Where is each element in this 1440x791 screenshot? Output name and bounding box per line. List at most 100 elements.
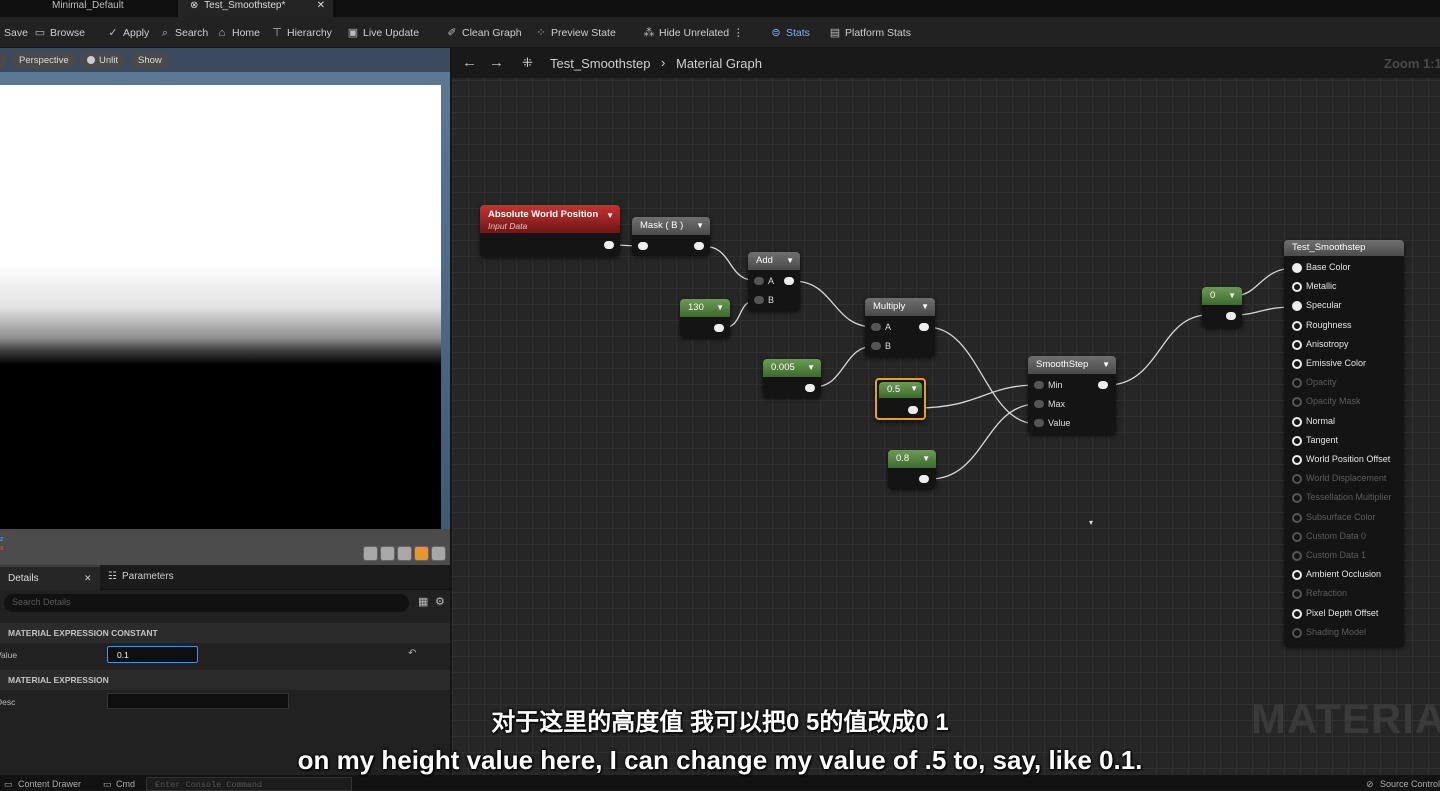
input-pin-b[interactable] [871, 342, 881, 350]
output-pin-label: Anisotropy [1306, 338, 1349, 349]
output-pin-normal[interactable] [1292, 416, 1302, 427]
node-smoothstep[interactable]: SmoothStep ▼ Min Max Value [1028, 356, 1116, 434]
chevron-down-icon[interactable]: ▼ [921, 302, 929, 311]
input-pin-a[interactable] [871, 323, 881, 331]
input-pin-value[interactable] [1034, 419, 1044, 427]
output-pin-anisotropy[interactable] [1292, 339, 1302, 350]
node-material-output[interactable]: Test_Smoothstep Base Color Metallic Specul… [1284, 240, 1404, 646]
output-pin-tangent[interactable] [1292, 435, 1302, 446]
chevron-down-icon[interactable]: ▼ [716, 303, 724, 312]
output-pin-pixel-depth-offset[interactable] [1292, 608, 1302, 619]
node-mask[interactable]: Mask ( B ) ▼ [632, 217, 710, 255]
output-pin[interactable] [919, 323, 929, 331]
wire-add-to-multiply-a [792, 280, 875, 328]
node-title: 0.8 [896, 453, 910, 464]
wire-05-to-smoothstep-min [915, 384, 1038, 409]
output-pin-roughness[interactable] [1292, 320, 1302, 331]
output-pin[interactable] [1098, 381, 1108, 389]
status-bar: ▭ Content Drawer ▭ Cmd Enter Console Com… [0, 775, 1440, 791]
output-pin-metallic[interactable] [1292, 282, 1302, 293]
input-pin-max[interactable] [1034, 400, 1044, 408]
chevron-down-icon[interactable]: ▼ [922, 454, 930, 463]
chevron-down-icon[interactable]: ▼ [1102, 360, 1110, 369]
source-control-button[interactable]: Source Control [1380, 779, 1440, 789]
content-drawer-button[interactable]: Content Drawer [18, 779, 81, 789]
content-drawer-icon: ▭ [4, 779, 13, 789]
output-pin-label: Shading Model [1306, 626, 1367, 637]
output-pin[interactable] [604, 241, 614, 249]
node-title: 130 [688, 302, 704, 313]
chevron-down-icon[interactable]: ▼ [1228, 291, 1236, 300]
output-pin-refraction[interactable] [1292, 589, 1302, 600]
graph-icon: ⁜ [522, 55, 533, 70]
pin-label: Max [1048, 399, 1066, 409]
graph-header: ← → ⁜ Test_Smoothstep › Material Graph Z… [452, 48, 1440, 78]
pin-label: A [768, 276, 775, 286]
node-title: 0.5 [887, 384, 901, 395]
output-pin-base-color[interactable] [1292, 263, 1302, 273]
output-pin-tessellation-multiplier[interactable] [1292, 493, 1302, 504]
output-pin-opacity[interactable] [1292, 378, 1302, 389]
back-arrow-icon[interactable]: ← [462, 54, 477, 71]
chevron-down-icon[interactable]: ▼ [606, 211, 614, 220]
node-title: Test_Smoothstep [1292, 242, 1366, 253]
node-title: Mask ( B ) [640, 220, 684, 231]
breadcrumb-graph[interactable]: Material Graph [676, 56, 762, 71]
input-pin-min[interactable] [1034, 381, 1044, 389]
pin-label: A [885, 322, 892, 332]
output-pin-label: World Displacement [1306, 473, 1387, 484]
node-constant-0[interactable]: 0 ▼ [1202, 287, 1242, 327]
output-pin[interactable] [919, 475, 929, 483]
subtitle-english: on my height value here, I can change my… [297, 745, 1143, 775]
output-pin-label: Specular [1306, 300, 1342, 311]
output-pin-custom-data-1[interactable] [1292, 551, 1302, 561]
output-pin-world-position-offset[interactable] [1292, 455, 1302, 465]
chevron-down-icon[interactable]: ▼ [696, 221, 704, 230]
output-pin-label: Roughness [1306, 319, 1352, 330]
node-title: Multiply [873, 301, 906, 312]
output-pin-opacity-mask[interactable] [1292, 397, 1302, 408]
forward-arrow-icon[interactable]: → [489, 54, 504, 71]
node-add[interactable]: Add ▼ A B [748, 252, 800, 310]
output-pin-label: Emissive Color [1306, 358, 1367, 368]
input-pin[interactable] [638, 242, 648, 250]
node-constant-0005[interactable]: 0.005 ▼ [763, 359, 821, 397]
output-pin[interactable] [694, 242, 704, 250]
subtitle-chinese: 对于这里的高度值 我可以把0 5的值改成0 1 [491, 709, 949, 736]
output-pin-ambient-occlusion[interactable] [1292, 570, 1302, 581]
output-pin-label: Opacity Mask [1306, 396, 1361, 407]
node-title: 0 [1210, 290, 1216, 301]
output-pin-subsurface-color[interactable] [1292, 512, 1302, 523]
output-pin-specular[interactable] [1292, 301, 1302, 312]
input-pin-a[interactable] [754, 277, 764, 285]
chevron-down-icon[interactable]: ▼ [910, 384, 918, 393]
pin-label: B [885, 341, 892, 351]
output-pin[interactable] [784, 277, 794, 285]
mouse-cursor-icon: ▾ [1089, 518, 1094, 527]
output-pin[interactable] [805, 384, 815, 392]
output-pin-custom-data-0[interactable] [1292, 531, 1302, 542]
output-pin-label: Pixel Depth Offset [1306, 607, 1379, 618]
node-constant-08[interactable]: 0.8 ▼ [888, 450, 936, 488]
output-pin-shading-model[interactable] [1292, 627, 1302, 638]
wire-multiply-to-smoothstep-value [926, 326, 1038, 425]
node-absolute-world-position[interactable]: Absolute World Position Input Data ▼ [480, 205, 620, 256]
chevron-down-icon[interactable]: ▼ [786, 256, 794, 265]
zoom-level: Zoom 1:1 [1384, 56, 1440, 71]
output-pin-label: Base Color [1306, 262, 1351, 272]
output-pin-emissive-color[interactable] [1292, 359, 1302, 369]
node-constant-130[interactable]: 130 ▼ [680, 299, 730, 337]
breadcrumb-asset[interactable]: Test_Smoothstep [550, 56, 650, 71]
output-pin[interactable] [714, 324, 724, 332]
output-pin[interactable] [908, 406, 918, 414]
cmd-button[interactable]: Cmd [116, 779, 135, 789]
node-multiply[interactable]: Multiply ▼ A B [865, 298, 935, 356]
input-pin-b[interactable] [754, 296, 764, 304]
chevron-down-icon[interactable]: ▼ [807, 363, 815, 372]
pin-label: Min [1048, 380, 1063, 390]
output-pin[interactable] [1226, 312, 1236, 320]
output-pin-label: Custom Data 0 [1306, 530, 1367, 541]
node-constant-05-selected[interactable]: 0.5 ▼ [875, 378, 926, 420]
output-pin-label: Metallic [1306, 281, 1337, 292]
output-pin-world-displacement[interactable] [1292, 474, 1302, 485]
